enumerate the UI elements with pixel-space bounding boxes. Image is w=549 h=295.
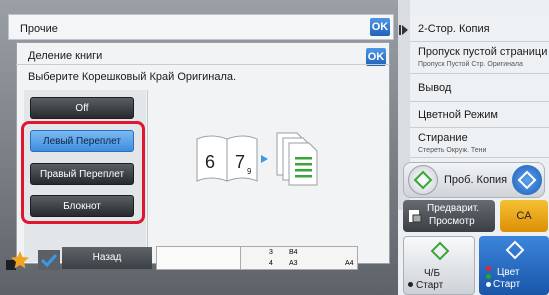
paper-status: 3 bbox=[156, 246, 271, 270]
option-off-button[interactable]: Off bbox=[30, 97, 134, 119]
start-bw-button[interactable]: Ч/Б Старт bbox=[403, 236, 475, 295]
start-bw-label-line2: Старт bbox=[416, 280, 444, 291]
indicator-dot bbox=[486, 282, 491, 287]
start-bw-label-line1: Ч/Б bbox=[424, 268, 441, 279]
indicator-dot bbox=[486, 266, 491, 271]
side-item-output[interactable]: Вывод bbox=[410, 74, 549, 102]
page-number: 9 bbox=[247, 167, 252, 176]
page-number: 7 bbox=[235, 152, 245, 172]
side-item-sublabel: Стереть Окруж. Тени bbox=[418, 147, 487, 154]
back-dialog-ok-button[interactable]: OK bbox=[370, 18, 390, 36]
preview-button[interactable]: Предварит. Просмотр bbox=[403, 200, 495, 232]
paper-label: A3 bbox=[289, 260, 298, 267]
back-label: Назад bbox=[92, 252, 122, 263]
preview-label-line1: Предварит. bbox=[427, 203, 480, 214]
book-divide-illustration: 6 7 9 bbox=[196, 132, 318, 186]
dialog-title: Деление книги bbox=[28, 50, 103, 62]
divider bbox=[147, 90, 148, 262]
ca-button[interactable]: CA bbox=[500, 200, 548, 232]
paper-label: 4 bbox=[269, 260, 273, 267]
start-color-label-line1: Цвет bbox=[497, 267, 520, 278]
arrow-right-icon bbox=[261, 155, 268, 163]
side-item-skip-blank[interactable]: Пропуск пустой страници Пропуск Пустой С… bbox=[410, 42, 549, 74]
page-number: 6 bbox=[205, 152, 215, 172]
side-item-label: Вывод bbox=[418, 82, 452, 94]
arrow-right-icon[interactable] bbox=[399, 24, 409, 36]
divider bbox=[16, 64, 390, 65]
paper-label: 3 bbox=[269, 249, 273, 256]
side-item-label: 2-Стор. Копия bbox=[418, 23, 490, 35]
indicator-dot bbox=[486, 274, 491, 279]
start-icon bbox=[512, 165, 542, 195]
check-icon[interactable] bbox=[38, 250, 60, 270]
paper-tray-status: 3 B4 4 A3 A4 bbox=[240, 246, 358, 270]
proof-copy-button[interactable]: Проб. Копия bbox=[403, 162, 545, 198]
start-icon bbox=[430, 241, 450, 261]
side-item-duplex-copy[interactable]: 2-Стор. Копия bbox=[410, 16, 549, 42]
dialog-instruction: Выберите Корешковый Край Оригинала. bbox=[28, 71, 237, 83]
proof-copy-label: Проб. Копия bbox=[444, 174, 508, 186]
paper-label: B4 bbox=[289, 249, 298, 256]
preview-label-line2: Просмотр bbox=[429, 216, 475, 227]
start-color-label-line2: Старт bbox=[493, 279, 521, 290]
back-dialog-title: Прочие bbox=[20, 23, 58, 35]
preview-icon bbox=[409, 210, 422, 223]
side-item-label: Стирание bbox=[418, 132, 468, 144]
selection-highlight-frame bbox=[21, 121, 145, 224]
side-item-label: Цветной Режим bbox=[418, 109, 498, 121]
pages-icon bbox=[276, 132, 318, 186]
indicator-dot bbox=[408, 282, 413, 287]
side-item-color-mode[interactable]: Цветной Режим bbox=[410, 102, 549, 128]
proof-copy-icon bbox=[408, 165, 438, 195]
side-item-sublabel: Пропуск Пустой Стр. Оригинала bbox=[418, 61, 523, 68]
back-dialog-header bbox=[8, 14, 394, 40]
paper-label: A4 bbox=[345, 260, 354, 267]
back-button[interactable]: Назад bbox=[62, 247, 152, 269]
star-icon[interactable] bbox=[10, 250, 30, 270]
start-color-button[interactable]: Цвет Старт bbox=[479, 236, 549, 295]
start-icon bbox=[505, 240, 525, 260]
side-item-erase[interactable]: Стирание Стереть Окруж. Тени bbox=[410, 128, 549, 158]
side-item-label: Пропуск пустой страници bbox=[418, 46, 548, 58]
